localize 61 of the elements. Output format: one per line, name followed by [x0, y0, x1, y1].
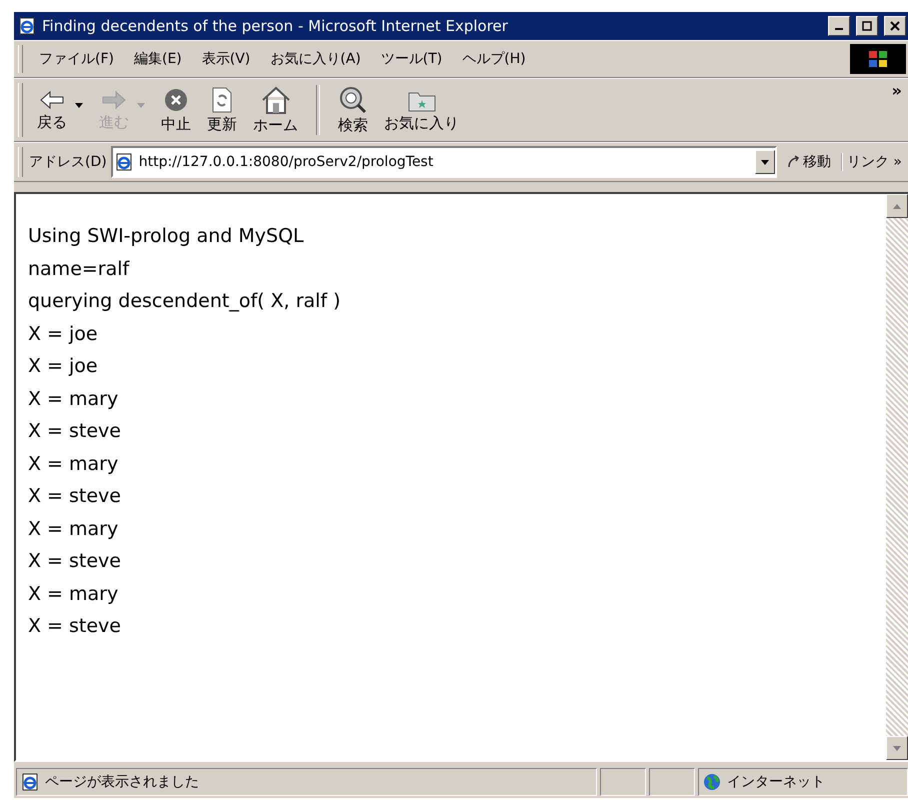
menu-item[interactable]: ツール(T)	[370, 50, 452, 68]
output-line: X = mary	[28, 452, 120, 476]
forward-arrow-icon	[101, 88, 127, 110]
stop-button[interactable]: 中止	[153, 84, 199, 136]
favorites-button[interactable]: お気に入り	[376, 86, 467, 134]
menu-item[interactable]: お気に入り(A)	[260, 50, 371, 68]
caret-icon	[760, 160, 769, 164]
zone-text: インターネット	[727, 773, 825, 791]
output-line: X = mary	[28, 582, 120, 606]
status-pane	[600, 768, 646, 796]
output-line: name=ralf	[28, 256, 130, 282]
close-button[interactable]	[884, 16, 906, 36]
output-line: querying descendent_of( X, ralf )	[28, 289, 342, 314]
caret-icon[interactable]	[75, 102, 83, 108]
output-line: X = mary	[28, 386, 120, 412]
output-line: X = steve	[28, 419, 122, 444]
maximize-button[interactable]	[856, 16, 878, 36]
close-icon	[890, 21, 900, 31]
minimize-button[interactable]	[828, 16, 850, 36]
output-line: X = mary	[28, 516, 120, 542]
home-button[interactable]: ホーム	[245, 84, 306, 136]
output-line: X = joe	[28, 354, 99, 379]
go-button[interactable]: 移動	[776, 153, 841, 171]
menu-item[interactable]: 表示(V)	[192, 50, 260, 68]
up-arrow-icon	[893, 204, 901, 208]
globe-icon	[703, 773, 721, 791]
back-arrow-icon	[39, 88, 65, 110]
scroll-down-button[interactable]	[886, 736, 908, 760]
refresh-button[interactable]: 更新	[199, 84, 245, 136]
search-icon	[339, 86, 367, 114]
status-text: ページが表示されました	[45, 773, 199, 791]
address-label: アドレス(D)	[29, 153, 107, 171]
more-chevron[interactable]: »	[888, 79, 906, 102]
address-field[interactable]: http://127.0.0.1:8080/proServ2/prologTest	[110, 146, 777, 178]
down-arrow-icon	[893, 746, 901, 750]
page-icon	[21, 773, 39, 791]
minimize-icon	[835, 28, 843, 30]
output-line: X = steve	[28, 484, 122, 509]
back-button[interactable]: 戻る	[29, 86, 75, 134]
menu-item[interactable]: ヘルプ(H)	[452, 50, 536, 68]
page-icon	[114, 153, 133, 171]
scrollbar[interactable]	[886, 194, 908, 760]
home-icon	[260, 86, 290, 114]
status-pane	[649, 768, 695, 796]
dropdown-button[interactable]	[754, 150, 775, 174]
search-button[interactable]: 検索	[330, 84, 376, 136]
maximize-icon	[862, 21, 872, 31]
output-line: Using SWI-prolog and MySQL	[28, 224, 305, 249]
scroll-up-button[interactable]	[886, 194, 908, 218]
output-line: X = joe	[28, 322, 99, 346]
output-line: X = steve	[28, 549, 122, 574]
window-title: Finding decendents of the person - Microsoft Internet Explorer	[42, 17, 509, 35]
refresh-icon	[211, 86, 233, 112]
menu-item[interactable]: 編集(E)	[124, 50, 192, 68]
output-line: X = steve	[28, 614, 122, 639]
stop-icon	[163, 86, 189, 112]
browser-icon	[18, 17, 36, 35]
menu-item[interactable]: ファイル(F)	[29, 50, 124, 68]
curved-arrow-icon	[786, 155, 801, 169]
links-button[interactable]: リンク »	[840, 153, 906, 171]
windows-logo-icon	[850, 44, 906, 74]
